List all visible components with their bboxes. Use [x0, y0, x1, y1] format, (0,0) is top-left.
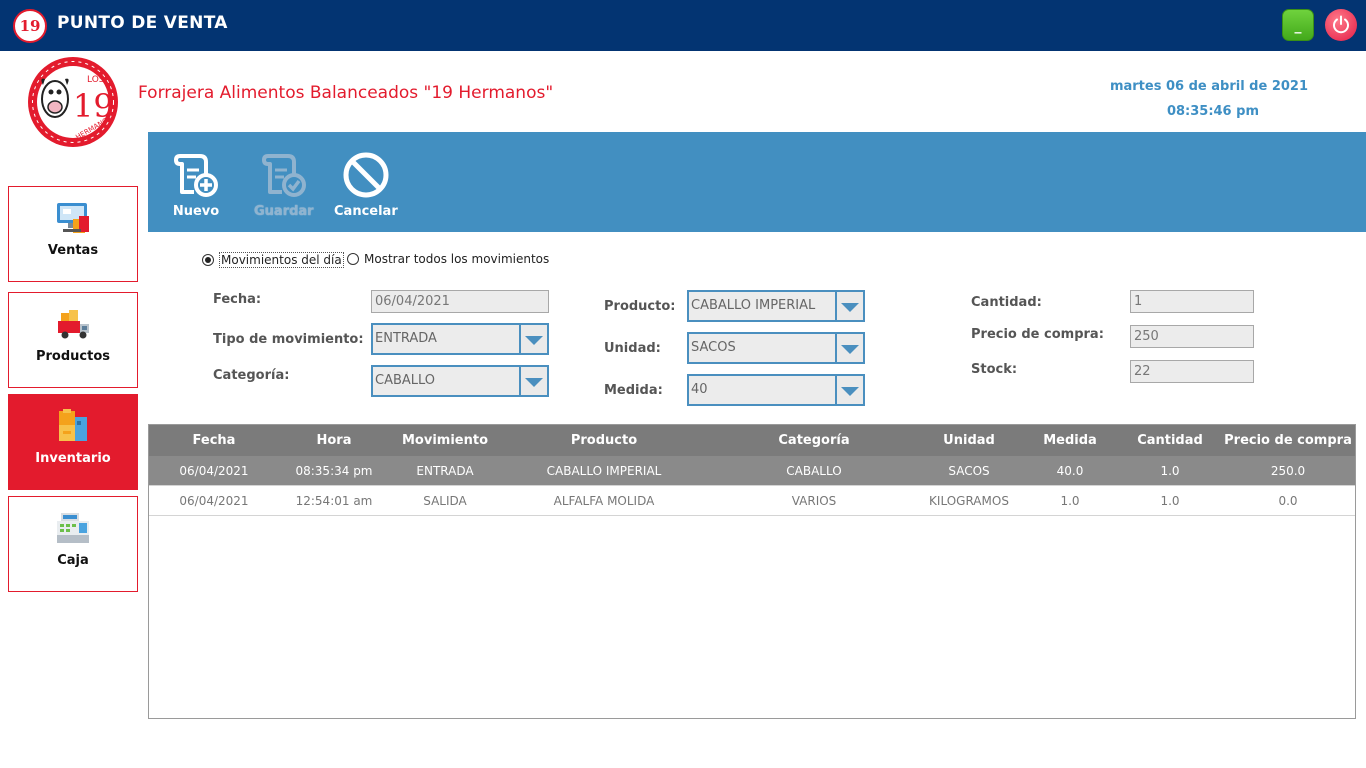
cell-medida: 1.0: [1060, 494, 1080, 508]
column-header-fecha[interactable]: Fecha: [169, 433, 259, 448]
sidebar-item-label: Ventas: [47, 243, 99, 258]
power-button[interactable]: [1325, 9, 1357, 41]
cell-precio-compra: 250.0: [1270, 464, 1306, 478]
save-document-icon: [261, 154, 306, 197]
sidebar-item-inventario[interactable]: Inventario: [8, 394, 138, 490]
current-time: 08:35:46 pm: [1166, 104, 1259, 119]
sidebar-item-caja[interactable]: Caja: [8, 496, 138, 592]
sidebar-item-productos[interactable]: Productos: [8, 292, 138, 388]
logo-top-text: LOS: [87, 75, 105, 85]
cell-fecha: 06/04/2021: [179, 464, 249, 478]
tipo-movimiento-label: Tipo de movimiento:: [213, 332, 364, 347]
producto-select[interactable]: CABALLO IMPERIAL: [687, 290, 865, 322]
company-name: Forrajera Alimentos Balanceados "19 Herm…: [138, 83, 554, 103]
cell-categoria: VARIOS: [791, 494, 837, 508]
filter-all-label: Mostrar todos los movimientos: [364, 252, 550, 266]
fecha-label: Fecha:: [213, 292, 262, 307]
chevron-down-icon[interactable]: [835, 334, 863, 362]
cell-precio-compra: 0.0: [1278, 494, 1298, 508]
cancel-button[interactable]: Cancelar: [334, 152, 398, 219]
precio-compra-field[interactable]: 250: [1130, 325, 1254, 348]
cell-cantidad: 1.0: [1160, 464, 1180, 478]
sidebar-item-label: Productos: [35, 349, 111, 364]
table-row[interactable]: 06/04/2021 08:35:34 pm ENTRADA CABALLO I…: [149, 456, 1355, 486]
cell-producto: ALFALFA MOLIDA: [553, 494, 655, 508]
new-button-label: Nuevo: [172, 204, 220, 219]
filter-all-radio[interactable]: Mostrar todos los movimientos: [347, 252, 549, 266]
cell-unidad: SACOS: [948, 464, 990, 478]
tipo-movimiento-select[interactable]: ENTRADA: [371, 323, 549, 355]
cell-hora: 08:35:34 pm: [295, 464, 373, 478]
minimize-button[interactable]: _: [1282, 9, 1314, 41]
app-title: PUNTO DE VENTA: [57, 13, 228, 33]
chevron-down-icon[interactable]: [835, 376, 863, 404]
producto-value: CABALLO IMPERIAL: [691, 298, 816, 313]
pos-terminal-icon: [57, 203, 89, 233]
cell-movimiento: ENTRADA: [416, 464, 474, 478]
cell-categoria: CABALLO: [786, 464, 842, 478]
table-header: Fecha Hora Movimiento Producto Categoría…: [149, 425, 1355, 456]
chevron-down-icon[interactable]: [519, 367, 547, 395]
cash-register-icon: [57, 513, 89, 543]
sidebar-item-ventas[interactable]: Ventas: [8, 186, 138, 282]
cell-producto: CABALLO IMPERIAL: [546, 464, 662, 478]
categoria-select[interactable]: CABALLO: [371, 365, 549, 397]
new-button[interactable]: Nuevo: [172, 152, 220, 219]
column-header-movimiento[interactable]: Movimiento: [390, 433, 500, 448]
column-header-producto[interactable]: Producto: [519, 433, 689, 448]
cell-fecha: 06/04/2021: [179, 494, 249, 508]
cell-movimiento: SALIDA: [423, 494, 467, 508]
current-date: martes 06 de abril de 2021: [1109, 79, 1308, 94]
cell-cantidad: 1.0: [1160, 494, 1180, 508]
sidebar-item-label: Caja: [57, 553, 89, 568]
cancel-icon: [343, 152, 389, 198]
app-logo-icon: 19: [13, 9, 47, 43]
cantidad-field[interactable]: 1: [1130, 290, 1254, 313]
column-header-unidad[interactable]: Unidad: [919, 433, 1019, 448]
unidad-select[interactable]: SACOS: [687, 332, 865, 364]
unidad-label: Unidad:: [604, 341, 661, 356]
medida-value: 40: [691, 382, 708, 397]
chevron-down-icon[interactable]: [519, 325, 547, 353]
cell-unidad: KILOGRAMOS: [929, 494, 1009, 508]
medida-label: Medida:: [604, 383, 663, 398]
column-header-cantidad[interactable]: Cantidad: [1123, 433, 1217, 448]
radio-all[interactable]: [347, 253, 359, 265]
brand-logo: LOS 19 HERMANOS: [28, 57, 118, 147]
column-header-categoria[interactable]: Categoría: [749, 433, 879, 448]
table-row[interactable]: 06/04/2021 12:54:01 am SALIDA ALFALFA MO…: [149, 486, 1355, 516]
radio-day[interactable]: [202, 254, 214, 266]
column-header-hora[interactable]: Hora: [289, 433, 379, 448]
toolbar: Nuevo Guardar Cancelar: [148, 132, 1366, 232]
save-button[interactable]: Guardar: [254, 152, 314, 219]
movements-table[interactable]: Fecha Hora Movimiento Producto Categoría…: [148, 424, 1356, 719]
cancel-button-label: Cancelar: [334, 204, 398, 219]
power-icon: [1333, 15, 1349, 34]
cell-medida: 40.0: [1056, 464, 1084, 478]
sidebar-item-label: Inventario: [35, 451, 111, 466]
unidad-value: SACOS: [691, 340, 736, 355]
chevron-down-icon[interactable]: [835, 292, 863, 320]
filter-day-label: Movimientos del día: [219, 252, 344, 268]
medida-select[interactable]: 40: [687, 374, 865, 406]
new-document-icon: [174, 154, 218, 197]
cantidad-label: Cantidad:: [971, 295, 1042, 310]
fecha-field[interactable]: 06/04/2021: [371, 290, 549, 313]
save-button-label: Guardar: [254, 204, 314, 219]
column-header-medida[interactable]: Medida: [1025, 433, 1115, 448]
cell-hora: 12:54:01 am: [295, 494, 373, 508]
categoria-label: Categoría:: [213, 368, 290, 383]
precio-compra-label: Precio de compra:: [971, 327, 1104, 342]
column-header-precio-compra[interactable]: Precio de compra: [1221, 433, 1355, 448]
title-bar: 19 PUNTO DE VENTA _: [0, 0, 1366, 51]
boxes-icon: [59, 409, 87, 441]
tipo-movimiento-value: ENTRADA: [375, 331, 437, 346]
delivery-truck-icon: [58, 310, 89, 339]
producto-label: Producto:: [604, 299, 676, 314]
filter-day-radio[interactable]: Movimientos del día: [202, 252, 344, 268]
stock-field: 22: [1130, 360, 1254, 383]
stock-label: Stock:: [971, 362, 1018, 377]
categoria-value: CABALLO: [375, 373, 436, 388]
